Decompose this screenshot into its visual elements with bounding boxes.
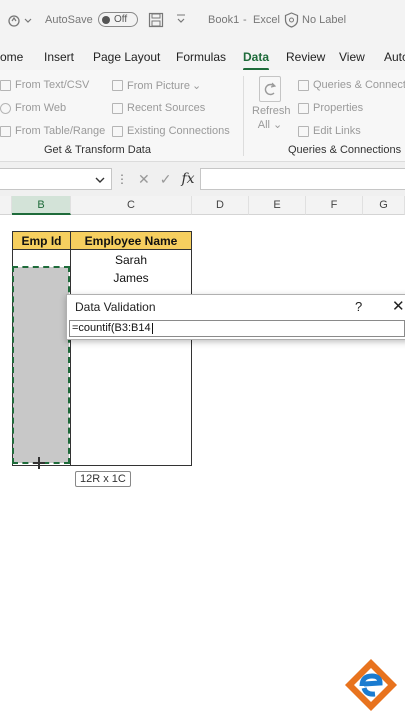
title-bar: AutoSave Off Book1 - Excel No Label bbox=[0, 0, 405, 42]
formula-text: =countif(B3:B14 bbox=[72, 322, 151, 334]
from-web-button[interactable]: From Web bbox=[0, 102, 66, 114]
cursor-cross-icon bbox=[33, 457, 45, 469]
channel-logo bbox=[342, 656, 400, 714]
tab-review[interactable]: Review bbox=[286, 50, 325, 64]
properties-button[interactable]: Properties bbox=[298, 102, 363, 114]
properties-icon bbox=[298, 102, 309, 114]
header-employee-name[interactable]: Employee Name bbox=[70, 231, 192, 250]
app-name: Excel bbox=[253, 14, 280, 26]
existing-connections-label: Existing Connections bbox=[127, 125, 230, 137]
formula-reference-input[interactable]: =countif(B3:B14 bbox=[69, 320, 405, 337]
from-web-label: From Web bbox=[15, 102, 67, 114]
tab-insert[interactable]: Insert bbox=[44, 50, 74, 64]
dialog-title: Data Validation bbox=[75, 300, 156, 314]
from-text-csv-label: From Text/CSV bbox=[15, 79, 90, 91]
column-header-d[interactable]: D bbox=[192, 196, 249, 215]
from-table-range-label: From Table/Range bbox=[15, 125, 106, 137]
more-options-icon[interactable]: ⋮ bbox=[116, 172, 128, 186]
globe-icon bbox=[0, 102, 11, 114]
edit-links-label: Edit Links bbox=[313, 125, 361, 137]
autosave-label: AutoSave bbox=[45, 14, 93, 26]
autosave-state: Off bbox=[114, 14, 128, 25]
queries-icon bbox=[298, 79, 309, 91]
tab-home[interactable]: ome bbox=[0, 50, 23, 64]
employee-name-cell[interactable]: Sarah bbox=[71, 251, 191, 269]
column-header-b[interactable]: B bbox=[12, 196, 71, 215]
queries-connections-label: Queries & Connect bbox=[313, 79, 405, 91]
chevron-down-icon[interactable] bbox=[95, 172, 105, 190]
sensitivity-label[interactable]: No Label bbox=[302, 14, 346, 26]
from-picture-button[interactable]: From Picture ⌄ bbox=[112, 79, 201, 92]
refresh-all-label: All bbox=[257, 119, 270, 131]
column-header-f[interactable]: F bbox=[306, 196, 363, 215]
refresh-label: Refresh bbox=[252, 105, 291, 117]
queries-connections-button[interactable]: Queries & Connect bbox=[298, 79, 405, 91]
employee-name-cell[interactable]: James bbox=[71, 269, 191, 287]
ribbon-separator bbox=[243, 76, 244, 156]
edit-links-button[interactable]: Edit Links bbox=[298, 125, 361, 137]
autosave-toggle[interactable]: Off bbox=[98, 12, 138, 27]
recent-sources-label: Recent Sources bbox=[127, 102, 206, 114]
header-emp-id[interactable]: Emp Id bbox=[12, 231, 71, 250]
title-separator: - bbox=[243, 14, 247, 26]
refresh-icon bbox=[259, 76, 281, 102]
formula-input[interactable] bbox=[200, 168, 405, 190]
tab-formulas[interactable]: Formulas bbox=[176, 50, 226, 64]
existing-connections-button[interactable]: Existing Connections bbox=[112, 125, 230, 137]
tab-automate[interactable]: Autc bbox=[384, 50, 405, 64]
chevron-down-icon: ⌄ bbox=[273, 119, 283, 131]
table-icon bbox=[0, 125, 11, 137]
from-table-range-button[interactable]: From Table/Range bbox=[0, 125, 105, 137]
tab-data[interactable]: Data bbox=[243, 50, 270, 71]
recent-sources-button[interactable]: Recent Sources bbox=[112, 102, 205, 114]
selected-range-marquee[interactable] bbox=[12, 266, 70, 464]
column-header-a[interactable] bbox=[0, 196, 12, 215]
get-transform-group-label: Get & Transform Data bbox=[44, 144, 151, 156]
connections-icon bbox=[112, 125, 123, 137]
column-header-c[interactable]: C bbox=[71, 196, 192, 215]
quick-access-icon[interactable] bbox=[8, 14, 34, 28]
document-title: Book1 bbox=[208, 14, 240, 26]
tab-view[interactable]: View bbox=[339, 50, 365, 64]
text-caret bbox=[151, 322, 153, 334]
close-icon[interactable]: ✕ bbox=[392, 297, 405, 315]
formula-buttons: ⋮ ✕ ✓ fx bbox=[116, 168, 195, 190]
save-icon[interactable] bbox=[148, 12, 164, 28]
sensitivity-icon[interactable] bbox=[284, 12, 299, 28]
name-box[interactable] bbox=[0, 168, 112, 190]
from-text-csv-button[interactable]: From Text/CSV bbox=[0, 79, 89, 91]
from-picture-label: From Picture bbox=[127, 79, 190, 92]
picture-icon bbox=[112, 80, 123, 91]
selection-size-tooltip: 12R x 1C bbox=[75, 471, 131, 487]
ribbon-data: From Text/CSV From Web From Table/Range … bbox=[0, 70, 405, 162]
insert-function-icon[interactable]: fx bbox=[181, 171, 194, 187]
excel-window: AutoSave Off Book1 - Excel No Label ome … bbox=[0, 0, 405, 720]
column-header-e[interactable]: E bbox=[249, 196, 306, 215]
toggle-knob-icon bbox=[102, 15, 110, 24]
recent-sources-icon bbox=[112, 102, 123, 114]
data-validation-dialog: Data Validation ? ✕ =countif(B3:B14 bbox=[66, 294, 405, 340]
customize-qat-icon[interactable] bbox=[176, 13, 186, 25]
ribbon-tabs: ome Insert Page Layout Formulas Data Rev… bbox=[0, 42, 405, 71]
column-header-g[interactable]: G bbox=[363, 196, 405, 215]
refresh-all-button[interactable]: Refresh All ⌄ bbox=[252, 76, 291, 132]
chevron-down-icon: ⌄ bbox=[191, 80, 202, 92]
cancel-icon[interactable]: ✕ bbox=[138, 171, 150, 188]
edit-links-icon bbox=[298, 125, 309, 137]
worksheet-grid[interactable]: Emp Id Employee Name Sarah James 12R x 1… bbox=[0, 215, 405, 720]
enter-icon[interactable]: ✓ bbox=[160, 171, 172, 188]
text-file-icon bbox=[0, 79, 11, 91]
properties-label: Properties bbox=[313, 102, 364, 114]
formula-bar: ⋮ ✕ ✓ fx bbox=[0, 162, 405, 196]
help-icon[interactable]: ? bbox=[355, 299, 362, 314]
queries-group-label: Queries & Connections bbox=[288, 144, 402, 156]
tab-page-layout[interactable]: Page Layout bbox=[93, 50, 160, 64]
